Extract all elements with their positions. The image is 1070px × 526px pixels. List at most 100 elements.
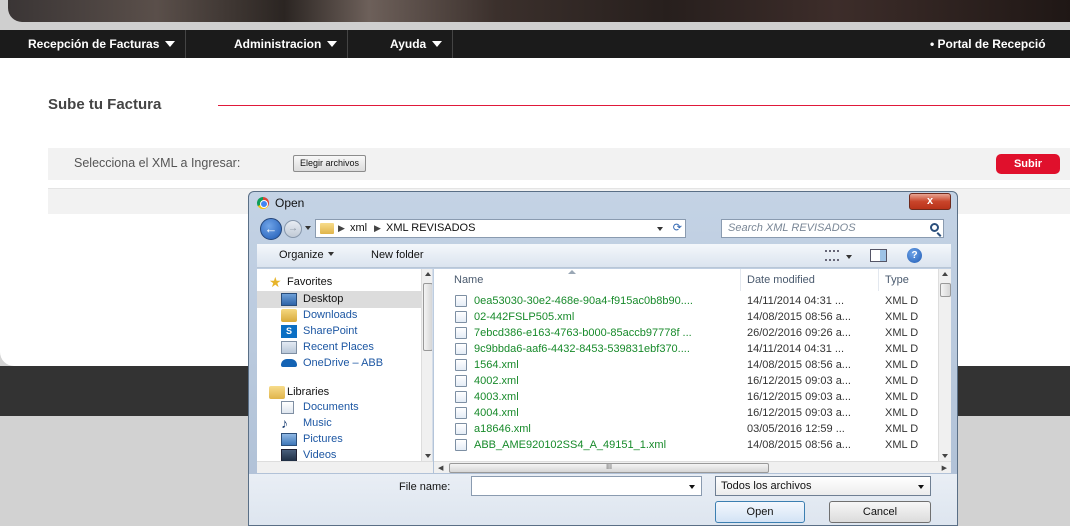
chevron-down-icon[interactable] [689, 485, 695, 489]
main-navbar: Recepción de Facturas Administracion Ayu… [0, 30, 1070, 58]
file-row[interactable]: 0ea53030-30e2-468e-90a4-f915ac0b8b90....… [434, 293, 938, 309]
scroll-down-icon[interactable] [942, 454, 948, 458]
sharepoint-icon: S [281, 325, 297, 338]
scroll-left-icon[interactable]: ◀ [438, 464, 443, 472]
forward-button[interactable]: → [284, 220, 302, 238]
nav-item-sharepoint[interactable]: S SharePoint [257, 323, 421, 340]
scroll-up-icon[interactable] [425, 272, 431, 276]
file-row[interactable]: 4004.xml 16/12/2015 09:03 a... XML D [434, 405, 938, 421]
nav-pane-hscrollbar[interactable] [257, 461, 433, 473]
new-folder-button[interactable]: New folder [371, 249, 424, 261]
file-date: 03/05/2016 12:59 ... [747, 423, 845, 435]
file-row[interactable]: 7ebcd386-e163-4763-b000-85accb97778f ...… [434, 325, 938, 341]
file-row[interactable]: a18646.xml 03/05/2016 12:59 ... XML D [434, 421, 938, 437]
command-bar: Organize New folder ? [257, 244, 951, 268]
file-row[interactable]: 9c9bbda6-aaf6-4432-8453-539831ebf370....… [434, 341, 938, 357]
dialog-footer: File name: Todos los archivos Open Cance… [249, 474, 957, 525]
address-row: ← → ▶ xml ▶ XML REVISADOS ⟳ Search XML R… [249, 216, 957, 240]
nav-item-label: Administracion [234, 37, 322, 51]
nav-favorites[interactable]: ★ Favorites [257, 274, 421, 291]
scroll-right-icon[interactable]: ▶ [942, 464, 947, 472]
file-type: XML D [885, 327, 919, 339]
views-icon[interactable] [825, 250, 839, 261]
nav-item-desktop[interactable]: Desktop [257, 291, 421, 308]
file-name: 7ebcd386-e163-4763-b000-85accb97778f ... [474, 327, 692, 339]
nav-item-music[interactable]: ♪ Music [257, 415, 421, 432]
file-date: 14/08/2015 08:56 a... [747, 311, 851, 323]
file-name: 9c9bbda6-aaf6-4432-8453-539831ebf370.... [474, 343, 690, 355]
nav-item-label: SharePoint [303, 325, 358, 337]
upload-label: Selecciona el XML a Ingresar: [74, 156, 241, 170]
nav-item-administracion[interactable]: Administracion [224, 30, 349, 58]
nav-item-documents[interactable]: Documents [257, 399, 421, 416]
file-type: XML D [885, 391, 919, 403]
portal-link[interactable]: • Portal de Recepció [930, 30, 1070, 58]
chevron-down-icon[interactable] [846, 255, 852, 259]
videos-icon [281, 449, 297, 461]
organize-button[interactable]: Organize [279, 249, 334, 261]
search-input[interactable]: Search XML REVISADOS [721, 219, 944, 238]
file-row[interactable]: ABB_AME920102SS4_A_49151_1.xml 14/08/2015… [434, 437, 938, 453]
file-date: 26/02/2016 09:26 a... [747, 327, 851, 339]
refresh-icon[interactable]: ⟳ [673, 220, 682, 237]
file-type-select[interactable]: Todos los archivos [715, 476, 931, 496]
chrome-icon [257, 197, 269, 209]
choose-files-button[interactable]: Elegir archivos [293, 155, 367, 172]
file-row[interactable]: 4003.xml 16/12/2015 09:03 a... XML D [434, 389, 938, 405]
file-list-scrollbar[interactable] [938, 269, 951, 461]
column-header-type[interactable]: Type [879, 269, 938, 291]
file-type: XML D [885, 439, 919, 451]
recent-locations-icon[interactable] [305, 226, 311, 230]
nav-item-label: Ayuda [390, 37, 427, 51]
scroll-down-icon[interactable] [425, 454, 431, 458]
address-bar[interactable]: ▶ xml ▶ XML REVISADOS ⟳ [315, 219, 686, 238]
file-type: XML D [885, 343, 919, 355]
hscroll-thumb[interactable]: III [449, 463, 769, 473]
chevron-down-icon[interactable] [657, 227, 663, 231]
back-button[interactable]: ← [260, 218, 282, 240]
downloads-icon [281, 309, 297, 322]
scroll-thumb[interactable] [423, 283, 432, 351]
file-date: 14/11/2014 04:31 ... [747, 295, 845, 307]
file-name-input[interactable] [471, 476, 702, 496]
file-list-hscrollbar[interactable]: ◀ III ▶ [434, 461, 951, 473]
nav-item-onedrive[interactable]: OneDrive – ABB [257, 355, 421, 372]
open-button[interactable]: Open [715, 501, 805, 523]
nav-item-recent-places[interactable]: Recent Places [257, 339, 421, 356]
xml-file-icon [455, 439, 467, 451]
file-row[interactable]: 1564.xml 14/08/2015 08:56 a... XML D [434, 357, 938, 373]
chevron-down-icon [918, 485, 924, 489]
submit-button[interactable]: Subir [996, 154, 1060, 174]
close-button[interactable]: x [909, 193, 951, 210]
nav-item-downloads[interactable]: Downloads [257, 307, 421, 324]
scroll-up-icon[interactable] [942, 272, 948, 276]
nav-item-ayuda[interactable]: Ayuda [380, 30, 454, 58]
desktop-icon [281, 293, 297, 306]
file-date: 14/11/2014 04:31 ... [747, 343, 845, 355]
breadcrumb-item[interactable]: XML REVISADOS [386, 220, 475, 237]
column-header-date[interactable]: Date modified [741, 269, 879, 291]
file-row[interactable]: 02-442FSLP505.xml 14/08/2015 08:56 a... XM… [434, 309, 938, 325]
file-name: 0ea53030-30e2-468e-90a4-f915ac0b8b90.... [474, 295, 693, 307]
nav-item-recepcion-facturas[interactable]: Recepción de Facturas [18, 30, 187, 58]
column-header-name[interactable]: Name [434, 269, 741, 291]
nav-item-videos[interactable]: Videos [257, 447, 421, 461]
xml-file-icon [455, 391, 467, 403]
nav-pane-scrollbar[interactable] [421, 269, 432, 461]
dialog-title: Open [275, 196, 305, 210]
onedrive-icon [281, 359, 297, 367]
file-row[interactable]: 4002.xml 16/12/2015 09:03 a... XML D [434, 373, 938, 389]
file-date: 14/08/2015 08:56 a... [747, 439, 851, 451]
nav-item-pictures[interactable]: Pictures [257, 431, 421, 448]
cancel-button[interactable]: Cancel [829, 501, 931, 523]
chevron-down-icon [327, 41, 338, 47]
breadcrumb-item[interactable]: xml [350, 220, 367, 237]
nav-favorites-label: Favorites [287, 276, 333, 288]
scroll-thumb[interactable] [940, 283, 951, 297]
nav-item-label: Documents [303, 401, 359, 413]
dialog-titlebar[interactable]: Open x [249, 192, 957, 214]
help-icon[interactable]: ? [907, 248, 922, 263]
file-type: XML D [885, 359, 919, 371]
preview-pane-icon[interactable] [870, 249, 887, 262]
file-list: Name Date modified Type 0ea53030-30e2-46… [434, 269, 951, 461]
